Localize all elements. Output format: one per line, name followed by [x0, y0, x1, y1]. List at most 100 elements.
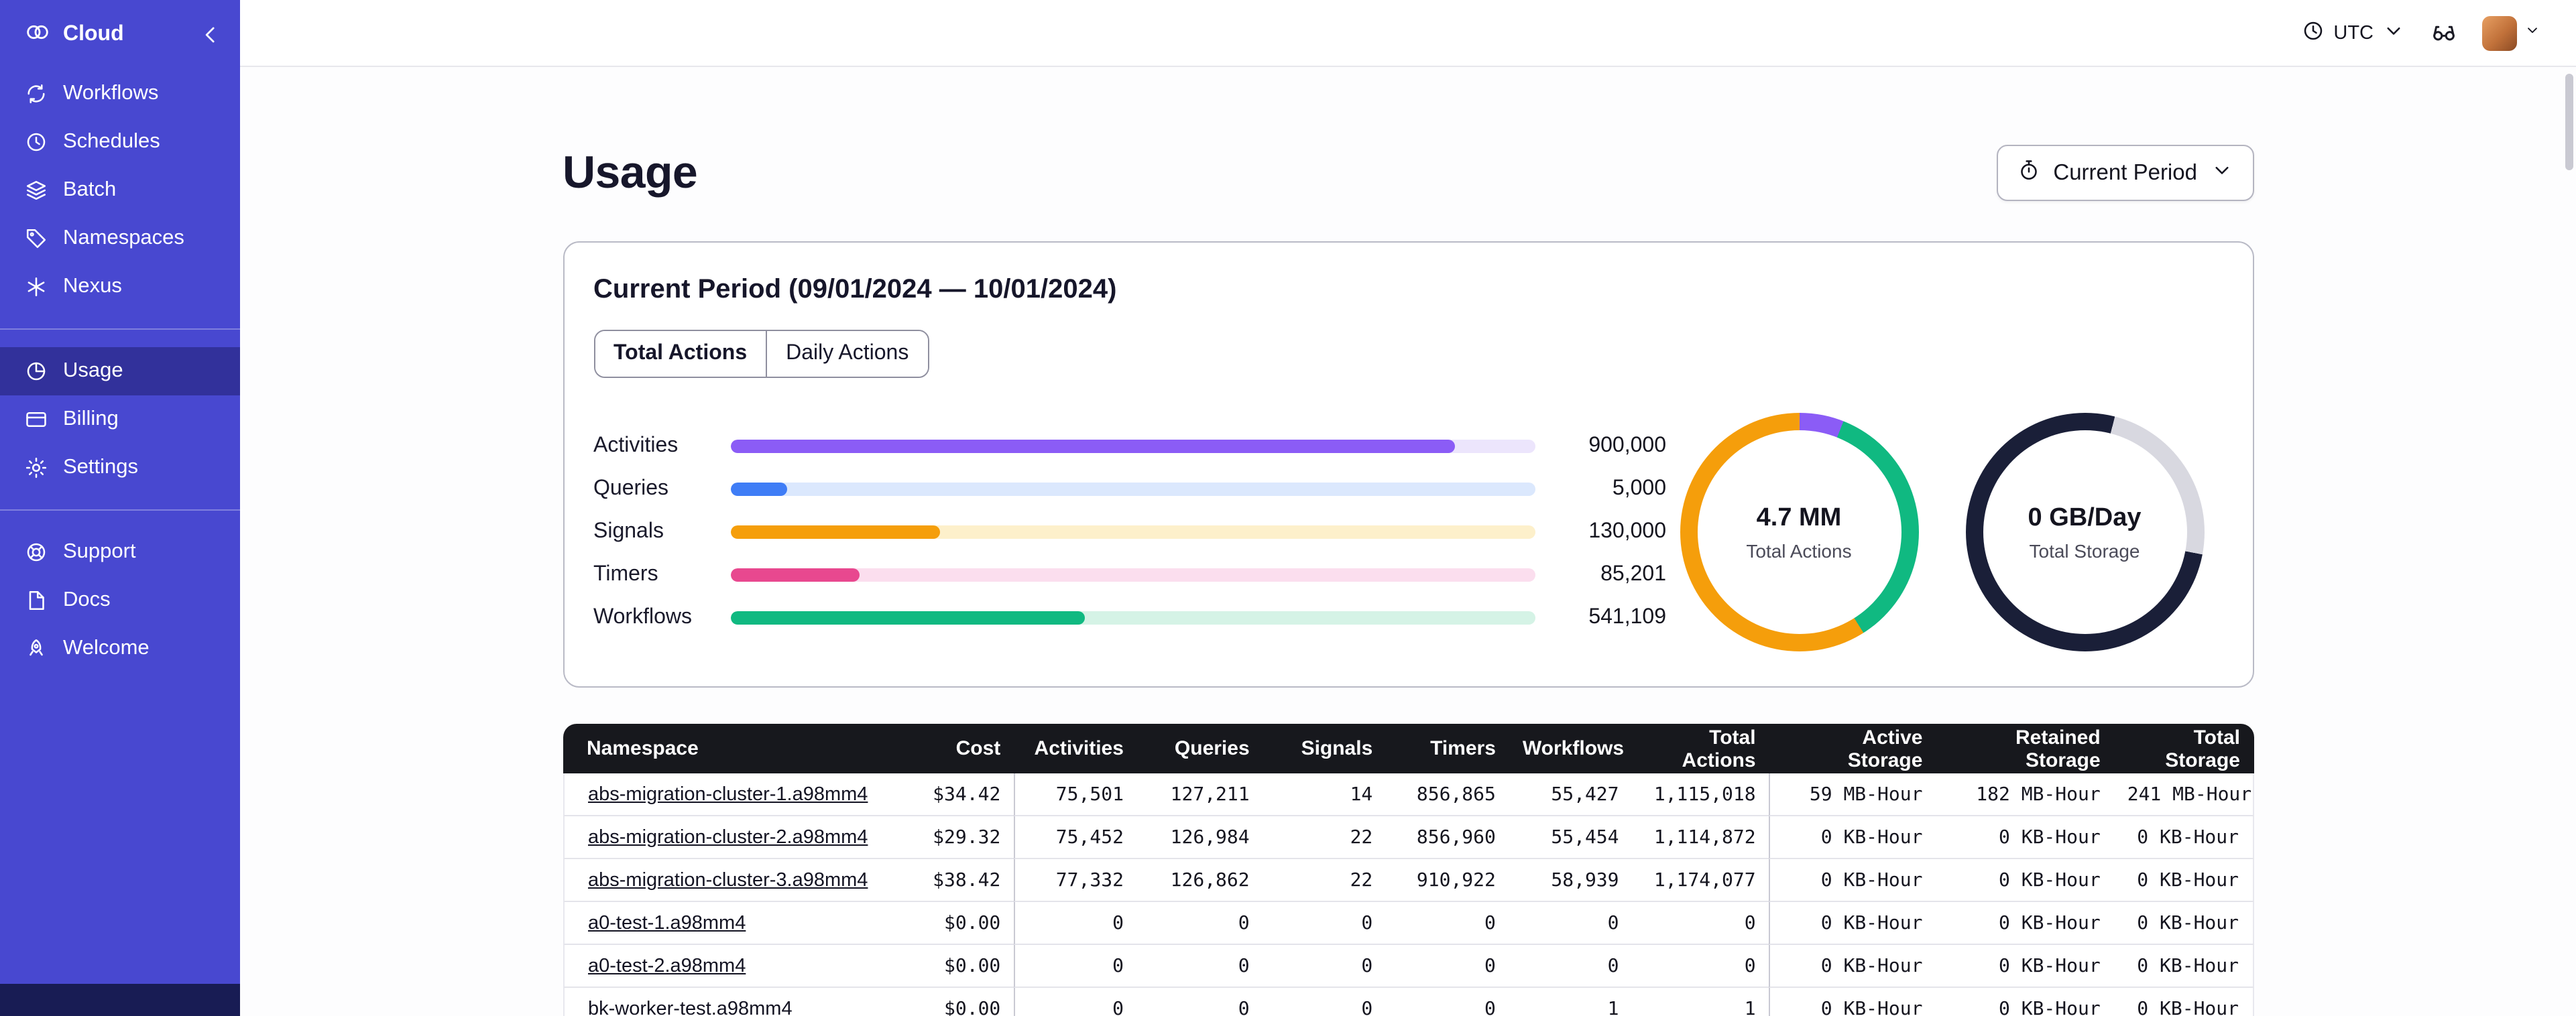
total-storage-donut: 0 GB/Day Total Storage: [1965, 413, 2204, 651]
page-header: Usage Current Period: [563, 145, 2253, 201]
sidebar-item-support[interactable]: Support: [0, 528, 240, 576]
table-cell: 0 KB-Hour: [1769, 902, 1936, 945]
timezone-selector[interactable]: UTC: [2301, 18, 2406, 48]
glasses-icon[interactable]: [2430, 19, 2458, 47]
period-selector-button[interactable]: Current Period: [1997, 145, 2253, 201]
table-cell: 241 MB-Hour: [2113, 773, 2253, 816]
main-area: UTC Usage Current Period Current Period …: [240, 0, 2576, 1016]
column-header-signals: Signals: [1263, 724, 1387, 773]
namespace-link[interactable]: a0-test-1.a98mm4: [588, 912, 746, 934]
table-row: a0-test-1.a98mm4 $0.00 0 0 0 0 0 0 0 KB-Hour 0 KB…: [563, 902, 2253, 945]
sidebar-item-label: Welcome: [63, 637, 150, 659]
table-cell: 22: [1263, 859, 1387, 902]
table-cell: 58,939: [1509, 859, 1633, 902]
bar-label: Workflows: [593, 606, 692, 629]
sidebar: Cloud Workflows Schedules Batch Namespaces N…: [0, 0, 240, 1016]
table-cell: 0 KB-Hour: [1769, 945, 1936, 988]
table-cell: 0 KB-Hour: [2113, 902, 2253, 945]
tab-total-actions[interactable]: Total Actions: [595, 331, 766, 377]
table-cell: 1,174,077: [1632, 859, 1769, 902]
table-cell: 0 KB-Hour: [2113, 945, 2253, 988]
usage-donuts: 4.7 MM Total Actions 0 GB/Day Total Stor…: [1680, 413, 2223, 651]
scrollbar-thumb[interactable]: [2565, 74, 2573, 170]
table-cell: 0: [1263, 945, 1387, 988]
period-selector-label: Current Period: [2053, 160, 2197, 184]
sidebar-item-nexus[interactable]: Nexus: [0, 263, 240, 311]
usage-bar-row: Workflows 541,109: [593, 596, 1666, 639]
bar-value: 85,201: [1600, 563, 1666, 586]
namespace-link[interactable]: abs-migration-cluster-2.a98mm4: [588, 826, 868, 848]
usage-icon: [24, 359, 48, 383]
table-cell: 126,984: [1136, 816, 1263, 859]
docs-icon: [24, 588, 48, 613]
sidebar-item-usage[interactable]: Usage: [0, 347, 240, 395]
brand: Cloud: [0, 0, 240, 70]
namespace-link[interactable]: abs-migration-cluster-1.a98mm4: [588, 783, 868, 805]
table-cell: 1,114,872: [1632, 816, 1769, 859]
sidebar-item-billing[interactable]: Billing: [0, 395, 240, 444]
namespace-link[interactable]: a0-test-2.a98mm4: [588, 955, 746, 976]
schedules-icon: [24, 130, 48, 154]
sidebar-item-label: Batch: [63, 178, 117, 201]
table-cell: 0: [1136, 945, 1263, 988]
table-cell: 22: [1263, 816, 1387, 859]
collapse-sidebar-button[interactable]: [197, 21, 224, 48]
bar-fill: [730, 611, 1084, 625]
table-cell: 1: [1632, 988, 1769, 1016]
table-cell: 1,115,018: [1632, 773, 1769, 816]
table-cell: 1: [1509, 988, 1633, 1016]
table-cell: 0: [1014, 988, 1137, 1016]
table-row: abs-migration-cluster-3.a98mm4 $38.42 77,3…: [563, 859, 2253, 902]
table-cell: 55,454: [1509, 816, 1633, 859]
table-row: abs-migration-cluster-1.a98mm4 $34.42 75,5…: [563, 773, 2253, 816]
bar-track: [730, 525, 1535, 539]
namespace-link[interactable]: abs-migration-cluster-3.a98mm4: [588, 869, 868, 891]
bar-value: 541,109: [1588, 606, 1666, 629]
support-icon: [24, 540, 48, 564]
table-cell: 0: [1386, 945, 1509, 988]
sidebar-item-settings[interactable]: Settings: [0, 444, 240, 492]
usage-bar-row: Timers 85,201: [593, 554, 1666, 596]
sidebar-item-schedules[interactable]: Schedules: [0, 118, 240, 166]
table-cell: 55,427: [1509, 773, 1633, 816]
total-actions-donut: 4.7 MM Total Actions: [1680, 413, 1918, 651]
bar-track: [730, 483, 1535, 496]
sidebar-item-label: Billing: [63, 407, 119, 430]
bar-fill: [730, 483, 786, 496]
table-header-row: Namespace Cost Activities Queries Signals Tim…: [563, 724, 2253, 773]
column-header-timers: Timers: [1386, 724, 1509, 773]
table-cell: $29.32: [890, 816, 1014, 859]
table-cell: 0: [1509, 902, 1633, 945]
sidebar-item-namespaces[interactable]: Namespaces: [0, 214, 240, 263]
table-cell: 0: [1632, 945, 1769, 988]
bar-fill: [730, 440, 1454, 453]
welcome-icon: [24, 637, 48, 661]
chevron-down-icon: [2209, 157, 2233, 188]
tab-daily-actions[interactable]: Daily Actions: [766, 331, 928, 377]
namespace-link[interactable]: bk-worker-test.a98mm4: [588, 998, 793, 1016]
total-storage-label: Total Storage: [2029, 539, 2140, 561]
donut-center: 0 GB/Day Total Storage: [1965, 413, 2204, 651]
sidebar-item-batch[interactable]: Batch: [0, 166, 240, 214]
table-row: abs-migration-cluster-2.a98mm4 $29.32 75,4…: [563, 816, 2253, 859]
account-menu[interactable]: [2482, 15, 2541, 50]
topbar: UTC: [240, 0, 2576, 67]
table-row: a0-test-2.a98mm4 $0.00 0 0 0 0 0 0 0 KB-Hour 0 KB…: [563, 945, 2253, 988]
namespace-usage-table: Namespace Cost Activities Queries Signals Tim…: [563, 724, 2253, 1016]
table-cell: 0: [1136, 902, 1263, 945]
temporal-cloud-logo-icon: [24, 18, 51, 52]
bar-label: Queries: [593, 477, 669, 500]
table-cell: 0 KB-Hour: [1936, 988, 2114, 1016]
sidebar-item-docs[interactable]: Docs: [0, 576, 240, 625]
sidebar-item-workflows[interactable]: Workflows: [0, 70, 240, 118]
page-title: Usage: [563, 147, 698, 198]
table-cell: 75,501: [1014, 773, 1137, 816]
sidebar-item-label: Nexus: [63, 275, 122, 298]
bar-label: Timers: [593, 563, 658, 586]
sidebar-item-welcome[interactable]: Welcome: [0, 625, 240, 673]
total-actions-label: Total Actions: [1746, 539, 1852, 561]
actions-tabs: Total Actions Daily Actions: [593, 330, 929, 378]
bar-track: [730, 568, 1535, 582]
bar-label: Signals: [593, 520, 664, 543]
bar-value: 900,000: [1588, 434, 1666, 457]
